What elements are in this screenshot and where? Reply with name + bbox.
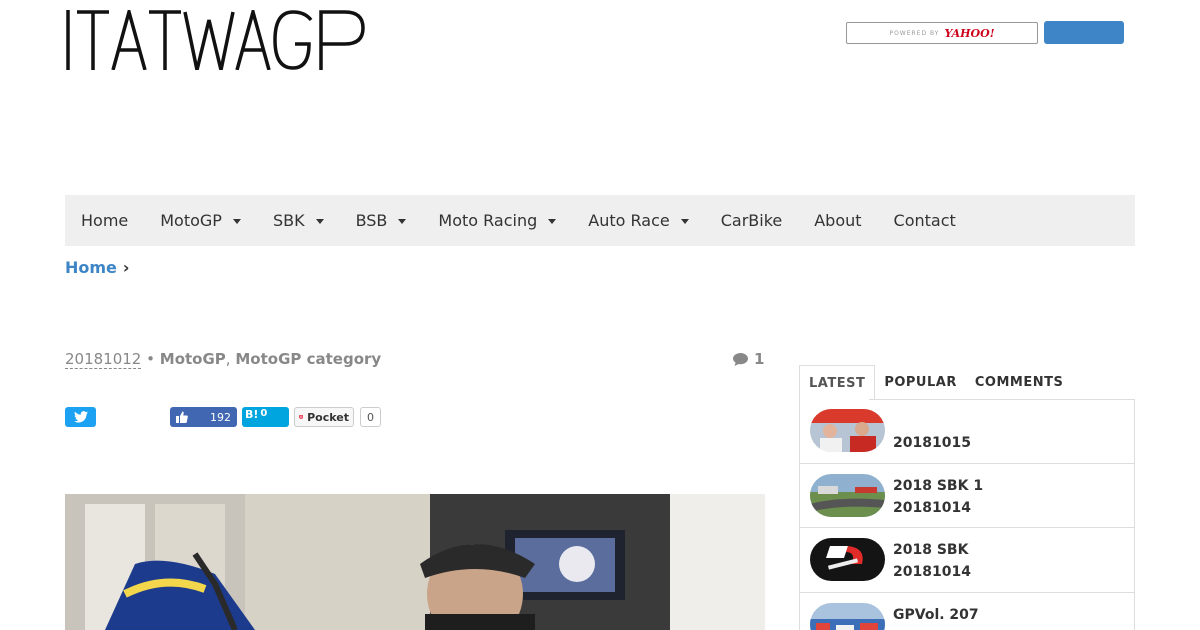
nav-item-label: Auto Race (588, 211, 670, 230)
post-thumbnail[interactable] (810, 602, 885, 630)
comment-icon (733, 352, 748, 366)
search-button[interactable] (1044, 21, 1124, 44)
hatena-bookmark-count: 0 (260, 408, 268, 419)
category-link-motogp-category[interactable]: MotoGP category (235, 350, 381, 368)
nav-item-label: BSB (355, 211, 388, 230)
nav-item-contact[interactable]: Contact (878, 195, 972, 246)
thumbs-up-icon (176, 411, 188, 423)
nav-item-about[interactable]: About (798, 195, 877, 246)
site-logo[interactable] (65, 10, 367, 70)
tab-popular[interactable]: POPULAR (875, 365, 966, 400)
caret-down-icon (548, 219, 557, 224)
nav-item-bsb[interactable]: BSB (340, 195, 423, 246)
nav-item-motogp[interactable]: MotoGP (144, 195, 257, 246)
nav-item-moto-racing[interactable]: Moto Racing (422, 195, 572, 246)
twitter-icon (73, 411, 88, 423)
tab-comments[interactable]: COMMENTS (966, 365, 1072, 400)
twitter-share-button[interactable] (65, 407, 96, 427)
nav-item-label: SBK (272, 211, 305, 230)
pocket-icon (299, 415, 304, 419)
site-logo-image (66, 10, 365, 70)
caret-down-icon (398, 219, 407, 224)
post-title[interactable]: 2018 SBK 1 (893, 478, 983, 494)
facebook-like-button[interactable]: 192 (170, 407, 237, 427)
list-item[interactable]: GPVol. 207 (800, 593, 1134, 630)
post-thumbnail[interactable] (810, 538, 885, 581)
post-date: 20181014 (893, 499, 971, 516)
hatena-bookmark-button[interactable]: B! 0 (242, 407, 289, 427)
pocket-save-button[interactable]: Pocket (294, 407, 354, 427)
pocket-count: 0 (360, 407, 381, 427)
nav-item-sbk[interactable]: SBK (257, 195, 340, 246)
meta-bullet: • (146, 350, 155, 368)
paddock-thumbnail (810, 602, 885, 630)
race-track-thumbnail (810, 473, 885, 517)
list-item[interactable]: 20181015 (800, 399, 1134, 464)
post-title[interactable]: 2018 SBK (893, 542, 968, 558)
comment-count: 1 (754, 350, 765, 368)
sbk-logo-thumbnail (810, 538, 885, 581)
post-title[interactable]: GPVol. 207 (893, 607, 979, 623)
nav-item-label: Moto Racing (438, 211, 538, 230)
post-date: 20181015 (893, 435, 971, 451)
featured-image (65, 494, 765, 630)
sidebar-tabs: LATEST POPULAR COMMENTS (799, 365, 1135, 400)
post-thumbnail[interactable] (810, 473, 885, 517)
nav-item-auto-race[interactable]: Auto Race (572, 195, 704, 246)
post-meta: 20181012 • MotoGP, MotoGP category (65, 350, 381, 369)
breadcrumb-separator: › (122, 258, 130, 277)
rider-with-bike-photo (65, 494, 765, 630)
list-item[interactable]: 2018 SBK 20181014 (800, 528, 1134, 593)
post-thumbnail[interactable] (810, 409, 885, 452)
search-input[interactable]: POWERED BY YAHOO! (846, 22, 1038, 44)
pocket-label: Pocket (307, 410, 349, 424)
nav-item-label: Home (81, 211, 129, 230)
facebook-like-count: 192 (210, 410, 231, 424)
breadcrumb: Home › (65, 258, 130, 277)
nav-item-home[interactable]: Home (65, 195, 144, 246)
nav-item-label: CarBike (720, 211, 783, 230)
caret-down-icon (315, 219, 324, 224)
hatena-bookmark-label: B! (245, 408, 259, 421)
nav-item-label: About (814, 211, 862, 230)
category-separator: , (225, 350, 231, 368)
latest-posts-list: 20181015 2018 SBK 1 20181014 2018 SBK 20… (799, 399, 1135, 630)
breadcrumb-home-link[interactable]: Home (65, 258, 117, 277)
main-nav: Home MotoGP SBK BSB Moto Racing Auto Rac… (65, 195, 1135, 246)
caret-down-icon (680, 219, 689, 224)
nav-item-label: MotoGP (160, 211, 222, 230)
search-powered-by: POWERED BY (889, 29, 940, 37)
press-conference-thumbnail (810, 409, 885, 452)
caret-down-icon (232, 219, 241, 224)
category-link-motogp[interactable]: MotoGP (160, 350, 226, 368)
list-item[interactable]: 2018 SBK 1 20181014 (800, 464, 1134, 528)
comment-count-link[interactable]: 1 (733, 350, 764, 368)
post-date: 20181014 (893, 564, 971, 580)
nav-item-carbike[interactable]: CarBike (705, 195, 799, 246)
yahoo-logo: YAHOO! (944, 26, 995, 40)
tab-latest[interactable]: LATEST (799, 365, 876, 400)
nav-item-label: Contact (893, 211, 956, 230)
post-date: 20181012 (65, 350, 142, 369)
